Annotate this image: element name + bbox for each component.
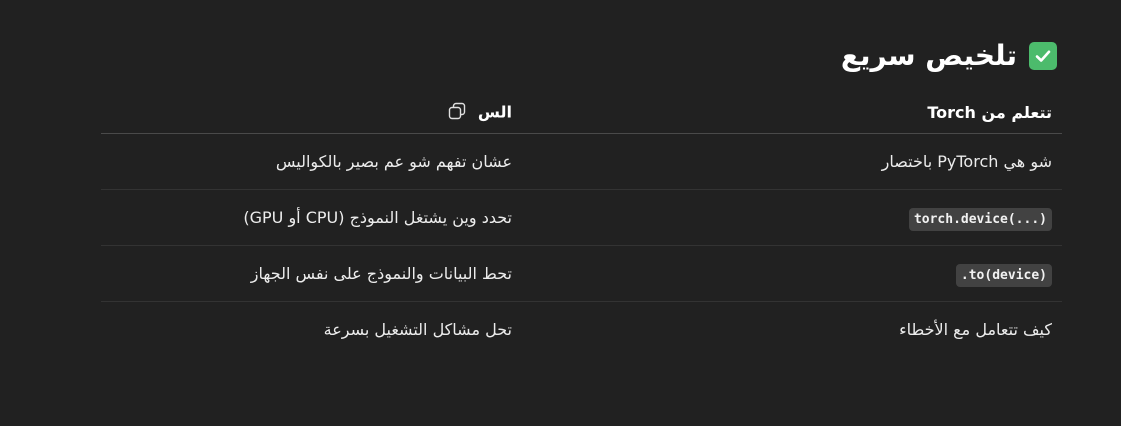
copy-icon[interactable] (448, 102, 466, 124)
cell-text: عشان تفهم شو عم بصير بالكواليس (275, 152, 512, 171)
table-row: .to(device) تحط البيانات والنموذج على نف… (101, 245, 1062, 302)
table-cell-learn: شو هي PyTorch باختصار (522, 133, 1062, 190)
table-row: torch.device(...) تحدد وين يشتغل النموذج… (101, 189, 1062, 246)
table-cell-why: عشان تفهم شو عم بصير بالكواليس (101, 133, 522, 190)
table-row: كيف تتعامل مع الأخطاء تحل مشاكل التشغيل … (101, 302, 1062, 358)
table-cell-why: تحط البيانات والنموذج على نفس الجهاز (101, 245, 522, 302)
table-cell-learn: torch.device(...) (522, 189, 1062, 246)
inline-code: torch.device(...) (908, 208, 1052, 231)
cell-text: شو هي PyTorch باختصار (881, 152, 1052, 171)
table-cell-why: تحدد وين يشتغل النموذج (CPU أو GPU) (101, 189, 522, 246)
table-header-learn-label: تتعلم من Torch (927, 103, 1052, 122)
chat-message-content: تلخيص سريع تتعلم من Torch الس شو هي PyTo… (0, 0, 1121, 426)
table-header-why-label: الس (477, 102, 512, 121)
cell-text: تحط البيانات والنموذج على نفس الجهاز (250, 264, 512, 283)
cell-text: تحل مشاكل التشغيل بسرعة (323, 320, 512, 339)
summary-table: تتعلم من Torch الس شو هي PyTorch باختصار… (101, 92, 1062, 357)
cell-text: تحدد وين يشتغل النموذج (CPU أو GPU) (243, 208, 512, 227)
cell-text: كيف تتعامل مع الأخطاء (899, 320, 1052, 339)
table-cell-learn: كيف تتعامل مع الأخطاء (522, 302, 1062, 358)
table-cell-why: تحل مشاكل التشغيل بسرعة (101, 302, 522, 358)
table-row: شو هي PyTorch باختصار عشان تفهم شو عم بص… (101, 133, 1062, 190)
section-heading-text: تلخيص سريع (840, 39, 1017, 72)
section-heading: تلخيص سريع (841, 36, 1057, 76)
table-cell-learn: .to(device) (522, 245, 1062, 302)
table-header-row: تتعلم من Torch الس (101, 92, 1062, 134)
table-header-learn: تتعلم من Torch (522, 92, 1062, 134)
inline-code: .to(device) (955, 264, 1052, 287)
check-mark-button-icon (1029, 42, 1057, 70)
table-header-why: الس (101, 92, 522, 134)
